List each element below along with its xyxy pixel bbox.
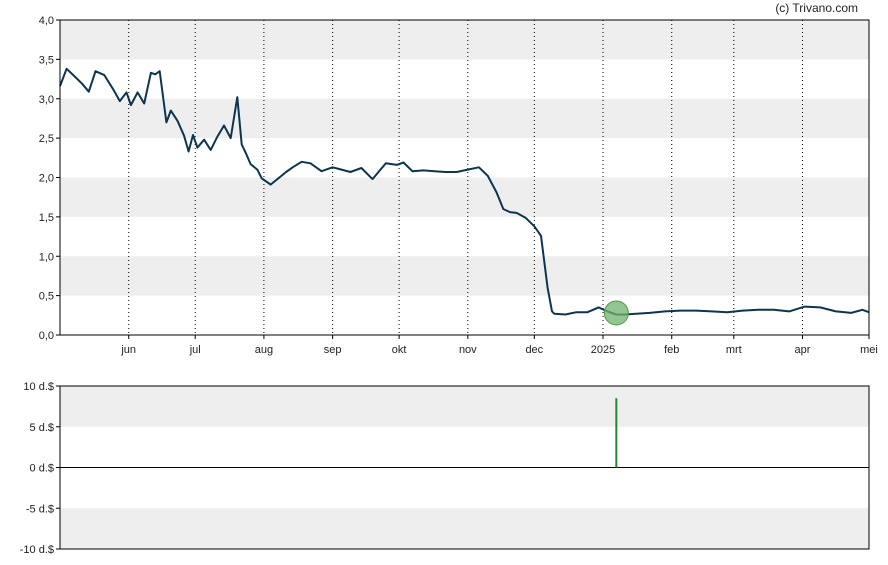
price-marker-group: [603, 300, 629, 326]
x-tick-label: apr: [795, 344, 811, 356]
y-tick-label: -5 d.$: [26, 503, 54, 515]
y-tick-label: 5 d.$: [30, 422, 54, 434]
y-tick-label: 0 d.$: [30, 463, 54, 475]
volume-y-axis: -10 d.$ -5 d.$ 0 d.$ 5 d.$ 10 d.$: [20, 381, 60, 556]
y-tick-label: 3,0: [39, 94, 54, 106]
y-tick-label: 1,0: [39, 251, 54, 263]
y-tick-label: 1,5: [39, 212, 54, 224]
y-tick-label: 4,0: [39, 15, 54, 27]
price-band: [60, 177, 869, 217]
x-tick-label: 2025: [591, 344, 615, 356]
volume-band: [60, 386, 869, 427]
x-tick-label: aug: [255, 344, 273, 356]
price-x-axis: jun jul aug sep okt nov dec 2025 feb mrt apr mei: [120, 335, 878, 356]
price-band: [60, 98, 869, 139]
price-band: [60, 20, 869, 60]
price-band: [60, 256, 869, 296]
x-tick-label: feb: [664, 344, 679, 356]
x-tick-label: jul: [189, 344, 201, 356]
volume-chart-bands: [60, 386, 869, 549]
stock-chart: 0,0 0,5 1,0 1,5 2,0 2,5 3,0 3,5 4,0 jun jul aug sep…: [20, 15, 878, 556]
x-tick-label: nov: [459, 344, 477, 356]
x-tick-label: jun: [120, 344, 136, 356]
y-tick-label: -10 d.$: [20, 544, 54, 556]
x-tick-label: sep: [324, 344, 342, 356]
price-y-axis: 0,0 0,5 1,0 1,5 2,0 2,5 3,0 3,5 4,0: [39, 15, 60, 342]
x-tick-label: okt: [392, 344, 407, 356]
x-tick-label: dec: [525, 344, 543, 356]
x-tick-label: mei: [860, 344, 878, 356]
y-tick-label: 2,0: [39, 173, 54, 185]
y-tick-label: 0,5: [39, 291, 54, 303]
y-tick-label: 3,5: [39, 54, 54, 66]
y-tick-label: 2,5: [39, 133, 54, 145]
volume-band: [60, 508, 869, 549]
y-tick-label: 0,0: [39, 330, 54, 342]
y-tick-label: 10 d.$: [23, 381, 54, 393]
event-marker: [603, 300, 629, 326]
price-chart-bands: [60, 20, 869, 296]
x-tick-label: mrt: [726, 344, 742, 356]
